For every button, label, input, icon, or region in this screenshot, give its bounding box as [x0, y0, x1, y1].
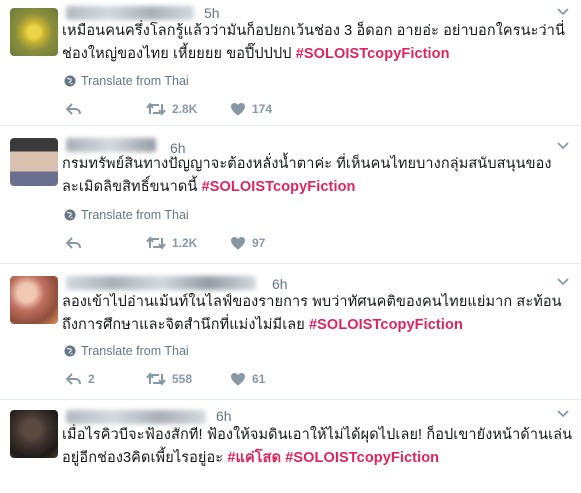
retweet-icon	[146, 102, 166, 116]
avatar[interactable]	[10, 138, 58, 186]
tweet-actions: 1.2K 97	[66, 236, 366, 256]
reply-count: 2	[88, 372, 95, 386]
tweet-text: กรมทรัพย์สินทางปัญญาจะต้องหลั่งน้ำตาค่ะ …	[62, 153, 574, 199]
translate-label: Translate from Thai	[81, 344, 189, 358]
translate-label: Translate from Thai	[81, 74, 189, 88]
translate-link[interactable]: Translate from Thai	[64, 344, 189, 358]
tweet-text: ลองเข้าไปอ่านเม้นท์ในไลฟ์ของรายการ พบว่า…	[62, 291, 574, 337]
tweet-text: เหมือนคนครึ่งโลกรู้แล้วว่ามันก็อปยกเว้นช…	[62, 20, 574, 66]
tweet-timestamp[interactable]: 6h	[216, 408, 232, 424]
tweet-card[interactable]: 6h กรมทรัพย์สินทางปัญญาจะต้องหลั่งน้ำตาค…	[0, 126, 581, 264]
username-blurred[interactable]	[66, 138, 156, 152]
retweet-icon	[146, 236, 166, 250]
reply-button[interactable]	[66, 102, 88, 116]
translate-label: Translate from Thai	[81, 208, 189, 222]
retweet-button[interactable]: 2.8K	[146, 102, 197, 116]
tweet-text: เมื่อไรคิวบีจะฟ้องสักที! ฟ้องให้จมดินเอา…	[62, 424, 574, 470]
retweet-button[interactable]: 558	[146, 372, 192, 386]
like-button[interactable]: 61	[230, 372, 265, 386]
like-count: 61	[252, 372, 266, 386]
reply-icon	[66, 372, 82, 386]
heart-icon	[230, 102, 246, 116]
username-blurred[interactable]	[66, 6, 194, 20]
tweet-card[interactable]: 5h เหมือนคนครึ่งโลกรู้แล้วว่ามันก็อปยกเว…	[0, 0, 581, 126]
hashtag-link[interactable]: #แค่โสด #SOLOISTcopyFiction	[227, 450, 439, 466]
avatar[interactable]	[10, 276, 58, 324]
reply-button[interactable]	[66, 236, 88, 250]
tweet-actions: 2 558 61	[66, 372, 366, 392]
retweet-button[interactable]: 1.2K	[146, 236, 197, 250]
globe-icon	[64, 345, 76, 357]
avatar[interactable]	[10, 8, 58, 56]
globe-icon	[64, 209, 76, 221]
retweet-count: 1.2K	[172, 236, 198, 250]
like-count: 174	[252, 102, 273, 116]
tweet-card[interactable]: 6h เมื่อไรคิวบีจะฟ้องสักที! ฟ้องให้จมดิน…	[0, 400, 581, 493]
username-blurred[interactable]	[66, 276, 256, 290]
like-count: 97	[252, 236, 266, 250]
retweet-count: 558	[172, 372, 193, 386]
chevron-down-icon[interactable]	[557, 142, 569, 150]
retweet-count: 2.8K	[172, 102, 198, 116]
hashtag-link[interactable]: #SOLOISTcopyFiction	[309, 317, 463, 333]
retweet-icon	[146, 372, 166, 386]
like-button[interactable]: 174	[230, 102, 272, 116]
translate-link[interactable]: Translate from Thai	[64, 74, 189, 88]
tweet-card[interactable]: 6h ลองเข้าไปอ่านเม้นท์ในไลฟ์ของรายการ พบ…	[0, 264, 581, 400]
globe-icon	[64, 75, 76, 87]
avatar[interactable]	[10, 410, 58, 458]
chevron-down-icon[interactable]	[557, 8, 569, 16]
username-blurred[interactable]	[66, 410, 206, 424]
heart-icon	[230, 372, 246, 386]
chevron-down-icon[interactable]	[557, 410, 569, 418]
tweet-timestamp[interactable]: 5h	[204, 5, 220, 21]
reply-icon	[66, 236, 82, 250]
reply-icon	[66, 102, 82, 116]
hashtag-link[interactable]: #SOLOISTcopyFiction	[296, 46, 450, 62]
tweet-actions: 2.8K 174	[66, 102, 366, 122]
translate-link[interactable]: Translate from Thai	[64, 208, 189, 222]
like-button[interactable]: 97	[230, 236, 265, 250]
chevron-down-icon[interactable]	[557, 278, 569, 286]
reply-button[interactable]: 2	[66, 372, 95, 386]
heart-icon	[230, 236, 246, 250]
hashtag-link[interactable]: #SOLOISTcopyFiction	[202, 179, 356, 195]
tweet-timestamp[interactable]: 6h	[272, 276, 288, 292]
